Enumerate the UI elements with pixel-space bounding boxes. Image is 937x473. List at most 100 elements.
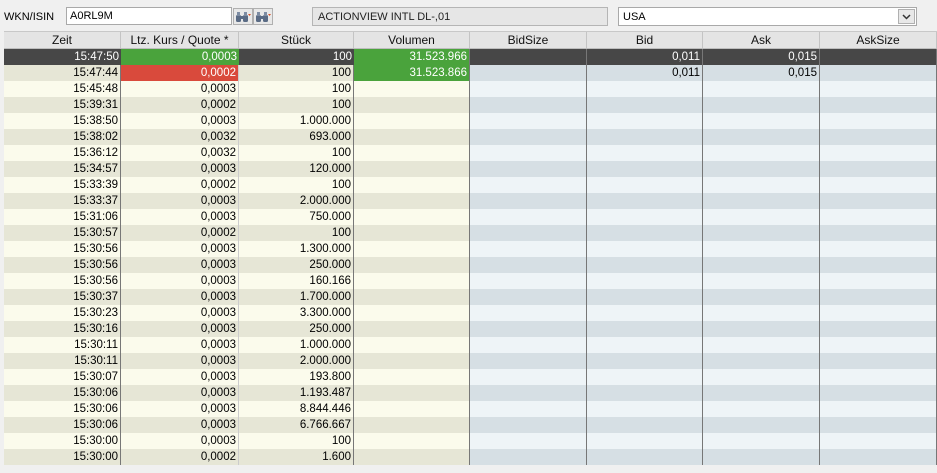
cell-stueck: 250.000 <box>239 321 354 337</box>
cell-kurs: 0,0003 <box>121 337 239 353</box>
cell-kurs: 0,0003 <box>121 385 239 401</box>
table-row[interactable]: 15:30:56 0,0003 1.300.000 <box>4 241 937 257</box>
cell-asksize <box>820 177 937 193</box>
cell-zeit: 15:45:48 <box>4 81 121 97</box>
wkn-input[interactable] <box>66 7 232 25</box>
cell-bidsize <box>470 401 587 417</box>
table-row[interactable]: 15:47:44 0,0002 100 31.523.866 0,011 0,015 <box>4 65 937 81</box>
table-row[interactable]: 15:30:11 0,0003 1.000.000 <box>4 337 937 353</box>
cell-bid: 0,011 <box>587 65 703 81</box>
cell-zeit: 15:36:12 <box>4 145 121 161</box>
column-header-bidsize[interactable]: BidSize <box>470 32 587 48</box>
column-header-kurs[interactable]: Ltz. Kurs / Quote * <box>121 32 239 48</box>
cell-asksize <box>820 49 937 65</box>
table-row[interactable]: 15:45:48 0,0003 100 <box>4 81 937 97</box>
cell-bidsize <box>470 193 587 209</box>
table-row[interactable]: 15:30:23 0,0003 3.300.000 <box>4 305 937 321</box>
table-row[interactable]: 15:38:50 0,0003 1.000.000 <box>4 113 937 129</box>
exchange-dropdown-button[interactable] <box>898 9 915 24</box>
cell-bidsize <box>470 273 587 289</box>
cell-kurs: 0,0003 <box>121 273 239 289</box>
table-row[interactable]: 15:39:31 0,0002 100 <box>4 97 937 113</box>
table-row[interactable]: 15:30:37 0,0003 1.700.000 <box>4 289 937 305</box>
cell-volumen <box>354 161 470 177</box>
table-row[interactable]: 15:30:06 0,0003 6.766.667 <box>4 417 937 433</box>
binoculars-icon <box>236 11 251 22</box>
table-row[interactable]: 15:30:16 0,0003 250.000 <box>4 321 937 337</box>
column-header-ask[interactable]: Ask <box>703 32 820 48</box>
cell-bid <box>587 161 703 177</box>
cell-kurs: 0,0003 <box>121 49 239 65</box>
table-row[interactable]: 15:30:06 0,0003 8.844.446 <box>4 401 937 417</box>
search-binoculars-button[interactable] <box>233 8 253 25</box>
cell-ask <box>703 129 820 145</box>
grid-body: 15:47:50 0,0003 100 31.523.966 0,011 0,015 15:… <box>4 49 937 465</box>
column-header-stueck[interactable]: Stück <box>239 32 354 48</box>
table-row[interactable]: 15:36:12 0,0032 100 <box>4 145 937 161</box>
table-row[interactable]: 15:30:56 0,0003 160.166 <box>4 273 937 289</box>
cell-kurs: 0,0003 <box>121 81 239 97</box>
cell-volumen <box>354 321 470 337</box>
cell-stueck: 100 <box>239 177 354 193</box>
table-row[interactable]: 15:30:06 0,0003 1.193.487 <box>4 385 937 401</box>
cell-ask <box>703 369 820 385</box>
cell-bidsize <box>470 161 587 177</box>
table-row[interactable]: 15:30:56 0,0003 250.000 <box>4 257 937 273</box>
cell-volumen <box>354 177 470 193</box>
cell-stueck: 100 <box>239 65 354 81</box>
cell-zeit: 15:34:57 <box>4 161 121 177</box>
cell-stueck: 160.166 <box>239 273 354 289</box>
cell-volumen: 31.523.866 <box>354 65 470 81</box>
exchange-select[interactable]: USA <box>618 7 917 26</box>
search-binoculars-button-2[interactable] <box>253 8 273 25</box>
cell-zeit: 15:30:37 <box>4 289 121 305</box>
table-row[interactable]: 15:30:07 0,0003 193.800 <box>4 369 937 385</box>
cell-bid <box>587 225 703 241</box>
cell-stueck: 100 <box>239 81 354 97</box>
cell-stueck: 1.700.000 <box>239 289 354 305</box>
cell-stueck: 1.300.000 <box>239 241 354 257</box>
cell-kurs: 0,0003 <box>121 193 239 209</box>
cell-asksize <box>820 113 937 129</box>
table-row[interactable]: 15:47:50 0,0003 100 31.523.966 0,011 0,015 <box>4 49 937 65</box>
cell-zeit: 15:47:50 <box>4 49 121 65</box>
table-row[interactable]: 15:30:00 0,0002 1.600 <box>4 449 937 465</box>
cell-ask <box>703 401 820 417</box>
cell-zeit: 15:30:11 <box>4 337 121 353</box>
cell-zeit: 15:30:56 <box>4 241 121 257</box>
cell-bid: 0,011 <box>587 49 703 65</box>
cell-ask <box>703 161 820 177</box>
cell-stueck: 100 <box>239 145 354 161</box>
cell-volumen <box>354 449 470 465</box>
cell-stueck: 8.844.446 <box>239 401 354 417</box>
cell-asksize <box>820 145 937 161</box>
cell-zeit: 15:38:02 <box>4 129 121 145</box>
cell-kurs: 0,0003 <box>121 289 239 305</box>
cell-ask <box>703 177 820 193</box>
table-row[interactable]: 15:30:11 0,0003 2.000.000 <box>4 353 937 369</box>
table-row[interactable]: 15:30:57 0,0002 100 <box>4 225 937 241</box>
cell-stueck: 3.300.000 <box>239 305 354 321</box>
cell-kurs: 0,0003 <box>121 257 239 273</box>
table-row[interactable]: 15:30:00 0,0003 100 <box>4 433 937 449</box>
table-row[interactable]: 15:31:06 0,0003 750.000 <box>4 209 937 225</box>
cell-stueck: 2.000.000 <box>239 193 354 209</box>
cell-stueck: 100 <box>239 97 354 113</box>
cell-zeit: 15:30:06 <box>4 417 121 433</box>
column-header-zeit[interactable]: Zeit <box>4 32 121 48</box>
cell-volumen <box>354 209 470 225</box>
table-row[interactable]: 15:34:57 0,0003 120.000 <box>4 161 937 177</box>
table-row[interactable]: 15:33:37 0,0003 2.000.000 <box>4 193 937 209</box>
table-row[interactable]: 15:38:02 0,0032 693.000 <box>4 129 937 145</box>
cell-bidsize <box>470 177 587 193</box>
column-header-bid[interactable]: Bid <box>587 32 703 48</box>
cell-zeit: 15:30:56 <box>4 257 121 273</box>
table-row[interactable]: 15:33:39 0,0002 100 <box>4 177 937 193</box>
column-header-asksize[interactable]: AskSize <box>820 32 937 48</box>
time-and-sales-grid: Zeit Ltz. Kurs / Quote * Stück Volumen BidSi… <box>4 31 937 465</box>
cell-bid <box>587 305 703 321</box>
cell-bidsize <box>470 449 587 465</box>
cell-kurs: 0,0002 <box>121 97 239 113</box>
column-header-volumen[interactable]: Volumen <box>354 32 470 48</box>
cell-ask <box>703 305 820 321</box>
